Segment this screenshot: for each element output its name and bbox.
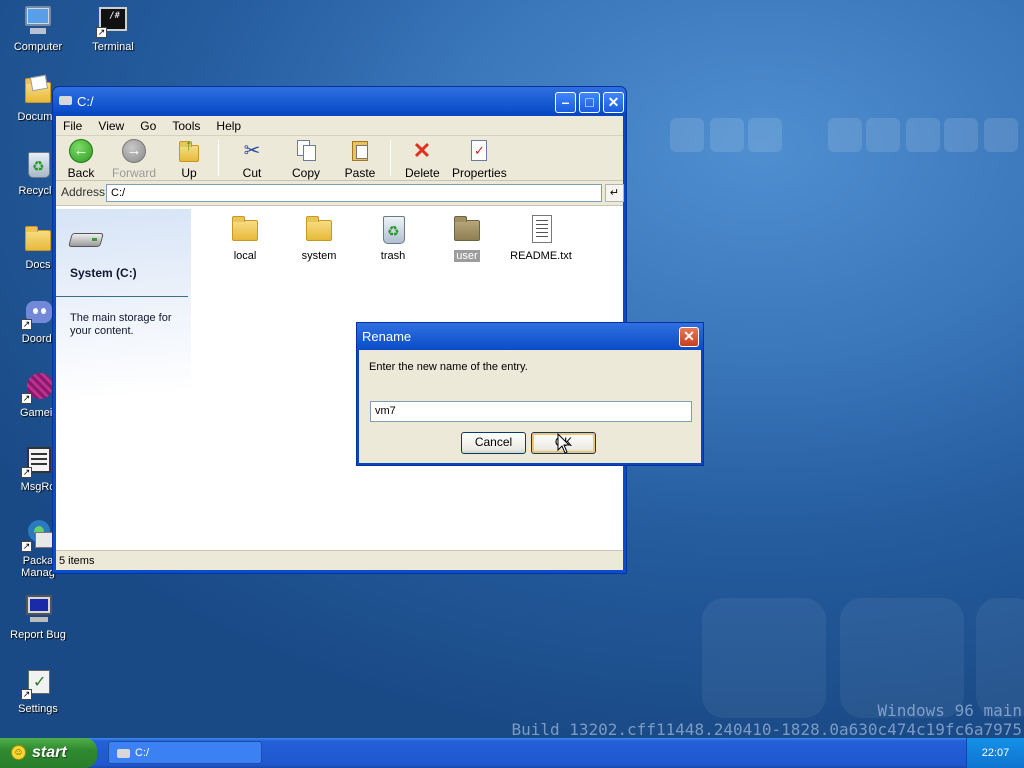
wallpaper-tile xyxy=(710,118,744,152)
desktop-icon-terminal[interactable]: /# ↗ Terminal xyxy=(75,4,151,53)
dialog-message: Enter the new name of the entry. xyxy=(369,361,528,373)
up-button[interactable]: ↑ Up xyxy=(176,137,202,180)
taskbar: ☺ start C:/ 22:07 xyxy=(0,738,1024,768)
paste-icon xyxy=(347,139,373,163)
toolbar: ← Back → Forward ↑ Up ✂ Cut Copy Paste ✕… xyxy=(56,136,623,181)
minimize-button[interactable]: – xyxy=(555,92,576,113)
file-item-system[interactable]: system xyxy=(282,215,356,262)
wallpaper-tile xyxy=(670,118,704,152)
menu-go[interactable]: Go xyxy=(140,119,156,133)
drive-icon xyxy=(117,749,130,758)
drive-icon xyxy=(59,96,72,105)
wallpaper-tile xyxy=(984,118,1018,152)
details-panel: System (C:) The main storage for your co… xyxy=(56,209,191,551)
settings-icon: ✓ ↗ xyxy=(21,666,55,700)
panel-divider xyxy=(56,296,188,297)
start-button[interactable]: ☺ start xyxy=(0,738,97,768)
smiley-icon: ☺ xyxy=(11,745,26,760)
message-room-icon: ↗ xyxy=(21,444,55,478)
address-input[interactable]: C:/ xyxy=(106,184,602,202)
menu-tools[interactable]: Tools xyxy=(172,119,200,133)
build-watermark-line2: Build 13202.cff11448.240410-1828.0a630c4… xyxy=(511,720,1022,739)
delete-button[interactable]: ✕ Delete xyxy=(405,138,440,181)
cancel-button[interactable]: Cancel xyxy=(461,432,526,454)
documents-icon xyxy=(21,74,55,108)
taskbar-item-explorer[interactable]: C:/ xyxy=(108,741,262,764)
rename-input[interactable]: vm7 xyxy=(370,401,692,422)
computer-icon xyxy=(21,4,55,38)
item-count: 5 items xyxy=(59,555,95,567)
terminal-icon: /# ↗ xyxy=(96,4,130,38)
recycle-bin-icon: ♻ xyxy=(378,215,408,245)
file-item-local[interactable]: local xyxy=(208,215,282,262)
drive-title: System (C:) xyxy=(70,266,137,280)
menu-bar: File View Go Tools Help xyxy=(56,116,623,136)
recycle-bin-icon: ♻ xyxy=(21,148,55,182)
explorer-title: C:/ xyxy=(77,94,94,109)
file-item-readme[interactable]: README.txt xyxy=(504,215,578,262)
scissors-icon: ✂ xyxy=(243,140,261,162)
folder-icon xyxy=(304,215,334,245)
delete-x-icon: ✕ xyxy=(412,138,432,163)
forward-arrow-icon: → xyxy=(121,139,147,163)
folder-up-icon: ↑ xyxy=(176,137,202,163)
report-bug-icon xyxy=(21,592,55,626)
wallpaper-tile xyxy=(828,118,862,152)
explorer-titlebar[interactable]: C:/ – □ ✕ xyxy=(53,87,626,115)
text-file-icon xyxy=(526,215,556,245)
folder-icon xyxy=(21,222,55,256)
dialog-body: Enter the new name of the entry. vm7 Can… xyxy=(359,350,701,463)
mouse-cursor-icon xyxy=(557,433,571,454)
forward-button[interactable]: → Forward xyxy=(112,139,156,180)
menu-view[interactable]: View xyxy=(98,119,124,133)
go-button[interactable]: ↵ xyxy=(605,184,624,202)
discord-icon: ↗ xyxy=(21,296,55,330)
build-watermark-line1: Windows 96 main xyxy=(877,701,1023,720)
wallpaper-tile-large xyxy=(840,598,964,718)
dialog-close-button[interactable]: ✕ xyxy=(679,327,699,347)
file-item-trash[interactable]: ♻ trash xyxy=(356,215,430,262)
wallpaper-tile xyxy=(866,118,900,152)
close-button[interactable]: ✕ xyxy=(603,92,624,113)
drive-description: The main storage for your content. xyxy=(70,312,172,337)
toolbar-separator xyxy=(218,140,219,176)
address-label: Address xyxy=(61,185,106,199)
folder-icon xyxy=(452,215,482,245)
game-icon: ↗ xyxy=(21,370,55,404)
package-manager-icon: ↗ xyxy=(21,518,55,552)
properties-icon: ✓ xyxy=(465,139,491,163)
system-tray-clock: 22:07 xyxy=(966,738,1024,768)
wallpaper-tile xyxy=(748,118,782,152)
wallpaper-tile xyxy=(944,118,978,152)
back-arrow-icon: ← xyxy=(68,139,94,163)
wallpaper-tile-large xyxy=(702,598,826,718)
cut-button[interactable]: ✂ Cut xyxy=(236,139,268,180)
desktop-icon-report-bug[interactable]: Report Bug xyxy=(0,592,76,641)
wallpaper-tile-large xyxy=(976,598,1024,718)
menu-help[interactable]: Help xyxy=(216,119,241,133)
menu-file[interactable]: File xyxy=(63,119,82,133)
status-bar: 5 items xyxy=(56,550,623,570)
toolbar-separator xyxy=(390,140,391,176)
file-item-user[interactable]: user xyxy=(430,215,504,262)
wallpaper-tile xyxy=(906,118,940,152)
maximize-button[interactable]: □ xyxy=(579,92,600,113)
dialog-title: Rename xyxy=(362,329,412,344)
desktop-icon-settings[interactable]: ✓ ↗ Settings xyxy=(0,666,76,715)
desktop-icon-computer[interactable]: Computer xyxy=(0,4,76,53)
paste-button[interactable]: Paste xyxy=(344,139,376,180)
folder-icon xyxy=(230,215,260,245)
copy-icon xyxy=(293,139,319,163)
properties-button[interactable]: ✓ Properties xyxy=(452,139,507,180)
hard-drive-icon xyxy=(68,229,104,251)
copy-button[interactable]: Copy xyxy=(290,139,322,180)
back-button[interactable]: ← Back xyxy=(66,139,96,180)
address-bar: Address C:/ ↵ xyxy=(56,181,624,206)
rename-dialog[interactable]: Rename ✕ Enter the new name of the entry… xyxy=(356,322,704,466)
